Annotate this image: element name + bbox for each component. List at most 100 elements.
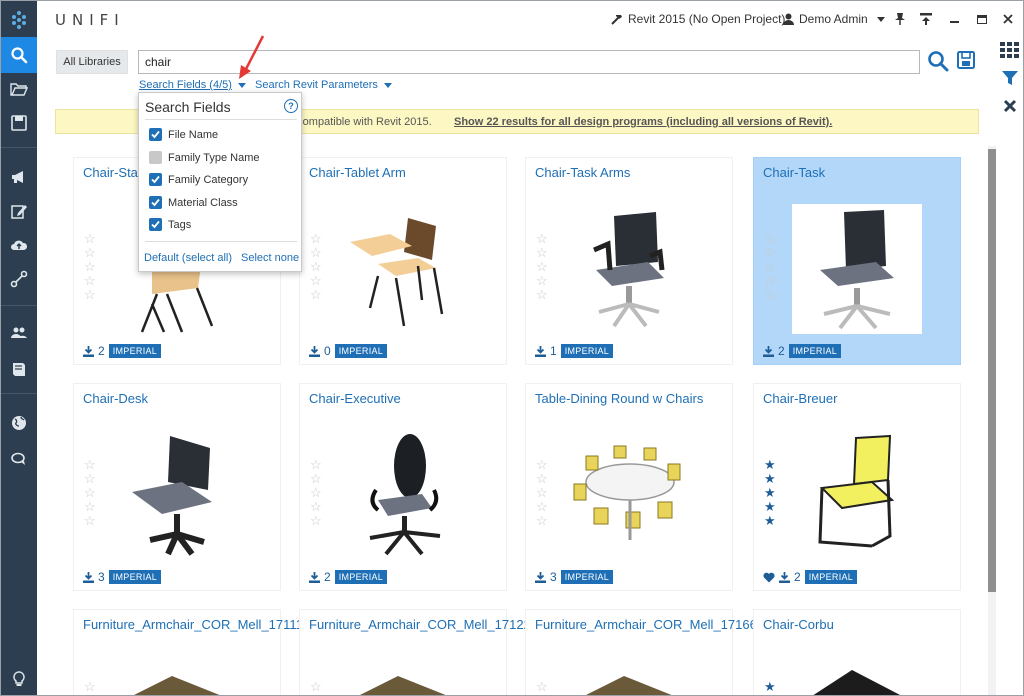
rating-stars[interactable]: ☆ ☆ ☆ ☆ ☆ (764, 232, 780, 302)
chair-executive-thumbnail (338, 430, 468, 560)
search-fields-toggle[interactable]: Search Fields (4/5) (139, 79, 246, 91)
project-selector[interactable]: Revit 2015 (No Open Project) (610, 12, 785, 26)
result-card[interactable]: Chair-Corbu ★ (753, 609, 961, 695)
save-search-icon[interactable] (956, 50, 976, 70)
units-badge: IMPERIAL (334, 570, 388, 584)
card-footer: 2 IMPERIAL (83, 344, 162, 358)
download-count: 0 (324, 344, 331, 358)
hammer-icon (611, 14, 622, 25)
result-card-selected[interactable]: Chair-Task ☆ ☆ ☆ ☆ ☆ 2 IMPERIAL (753, 157, 961, 365)
close-icon (1003, 14, 1013, 24)
card-title[interactable]: Chair-Task (763, 165, 958, 181)
rating-stars[interactable]: ☆ ☆ ☆ ☆ ☆ (84, 458, 100, 528)
nav-users-button[interactable] (1, 315, 37, 351)
card-title[interactable]: Chair-Corbu (763, 617, 958, 633)
dropdown-title: Search Fields (145, 99, 231, 115)
rating-stars[interactable]: ☆ ☆ ☆ ☆ ☆ (310, 458, 326, 528)
select-none-link[interactable]: Select none (241, 252, 299, 264)
checkbox-checked-icon[interactable] (149, 218, 162, 231)
rating-stars[interactable]: ☆ ☆ ☆ ☆ ☆ (536, 232, 552, 302)
rating-stars[interactable]: ☆ (84, 680, 100, 694)
checkbox-checked-icon[interactable] (149, 128, 162, 141)
field-option-family-type-name[interactable]: Family Type Name (149, 151, 260, 164)
units-badge: IMPERIAL (804, 570, 858, 584)
nav-chat-button[interactable] (1, 441, 37, 477)
all-libraries-button[interactable]: All Libraries (56, 50, 128, 74)
card-title[interactable]: Chair-Tablet Arm (309, 165, 504, 181)
card-title[interactable]: Chair-Breuer (763, 391, 958, 407)
nav-announcements-button[interactable] (1, 159, 37, 195)
nav-upload-button[interactable] (1, 227, 37, 263)
card-title[interactable]: Chair-Task Arms (535, 165, 730, 181)
nav-library-button[interactable] (1, 351, 37, 387)
nav-tips-button[interactable] (1, 661, 37, 695)
filter-button[interactable] (997, 65, 1023, 91)
rating-stars[interactable]: ★ ★ ★ ★ ★ (764, 458, 780, 528)
nav-link-button[interactable] (1, 261, 37, 297)
nav-search-button[interactable] (1, 37, 37, 73)
select-all-link[interactable]: Default (select all) (144, 252, 232, 264)
rating-stars[interactable]: ☆ ☆ ☆ ☆ ☆ (536, 458, 552, 528)
rating-stars[interactable]: ☆ (536, 680, 552, 694)
checkbox-checked-icon[interactable] (149, 173, 162, 186)
globe-icon (12, 416, 26, 430)
card-title[interactable]: Furniture_Armchair_COR_Mell_17166 (535, 617, 757, 633)
card-title[interactable]: Chair-Executive (309, 391, 504, 407)
maximize-button[interactable] (974, 11, 990, 27)
clear-filter-button[interactable] (997, 93, 1023, 119)
user-icon (783, 13, 794, 25)
result-card[interactable]: Furniture_Armchair_COR_Mell_17166 ☆ (525, 609, 757, 695)
download-icon (83, 345, 94, 357)
field-option-tags[interactable]: Tags (149, 218, 191, 231)
nav-edit-button[interactable] (1, 193, 37, 229)
checkbox-unchecked-icon[interactable] (149, 151, 162, 164)
nav-globe-button[interactable] (1, 405, 37, 441)
field-option-family-category[interactable]: Family Category (149, 173, 248, 186)
link-icon (10, 270, 28, 288)
card-title[interactable]: Furniture_Armchair_COR_Mell_17122 (309, 617, 531, 633)
result-card[interactable]: Furniture_Armchair_COR_Mell_17111 ☆ (73, 609, 303, 695)
field-option-material-class[interactable]: Material Class (149, 196, 238, 209)
rating-stars[interactable]: ☆ ☆ ☆ ☆ ☆ (84, 232, 100, 302)
result-card[interactable]: Furniture_Armchair_COR_Mell_17122 ☆ (299, 609, 531, 695)
card-title[interactable]: Furniture_Armchair_COR_Mell_17111 (83, 617, 303, 633)
annotation-arrow-icon (239, 35, 265, 79)
grid-view-button[interactable] (997, 37, 1023, 63)
nav-open-button[interactable] (1, 71, 37, 107)
help-icon[interactable]: ? (284, 99, 298, 113)
nav-save-button[interactable] (1, 105, 37, 141)
rating-stars[interactable]: ☆ (310, 680, 326, 694)
result-card[interactable]: Chair-Tablet Arm ☆ ☆ ☆ ☆ ☆ 0 IMPERIAL (299, 157, 507, 365)
left-nav (1, 1, 37, 695)
sync-button[interactable] (918, 11, 934, 27)
armchair-thumbnail (564, 656, 694, 695)
download-count: 1 (550, 344, 557, 358)
rating-stars[interactable]: ★ (764, 680, 780, 694)
dining-table-thumbnail (564, 430, 694, 560)
field-option-file-name[interactable]: File Name (149, 128, 218, 141)
heart-icon[interactable] (763, 572, 775, 583)
result-card[interactable]: Chair-Breuer ★ ★ ★ ★ ★ 2 IMPERIAL (753, 383, 961, 591)
field-option-label: Family Category (168, 173, 249, 186)
rating-stars[interactable]: ☆ ☆ ☆ ☆ ☆ (310, 232, 326, 302)
card-title[interactable]: Chair-Desk (83, 391, 278, 407)
result-card[interactable]: Chair-Desk ☆ ☆ ☆ ☆ ☆ 3 IMPERIAL (73, 383, 281, 591)
result-card[interactable]: Chair-Executive ☆ ☆ ☆ ☆ ☆ 2 IMPERIAL (299, 383, 507, 591)
minimize-button[interactable] (946, 11, 962, 27)
show-all-results-link[interactable]: Show 22 results for all design programs … (454, 116, 832, 128)
search-revit-parameters-toggle[interactable]: Search Revit Parameters (255, 79, 392, 91)
search-submit-icon[interactable] (927, 50, 949, 72)
chair-corbu-thumbnail (792, 656, 922, 695)
result-card[interactable]: Table-Dining Round w Chairs ☆ ☆ ☆ ☆ ☆ 3 IMPE… (525, 383, 733, 591)
result-card[interactable]: Chair-Task Arms ☆ ☆ ☆ ☆ ☆ 1 IMPERIAL (525, 157, 733, 365)
megaphone-icon (12, 171, 23, 183)
pin-button[interactable] (892, 11, 908, 27)
app-brand: UNIFI (55, 11, 125, 29)
lightbulb-icon (13, 671, 25, 686)
user-menu[interactable]: Demo Admin (783, 12, 885, 26)
checkbox-checked-icon[interactable] (149, 196, 162, 209)
close-button[interactable] (1000, 11, 1016, 27)
field-option-label: Family Type Name (168, 151, 260, 164)
card-title[interactable]: Table-Dining Round w Chairs (535, 391, 730, 407)
results-scrollbar-thumb[interactable] (988, 149, 996, 592)
